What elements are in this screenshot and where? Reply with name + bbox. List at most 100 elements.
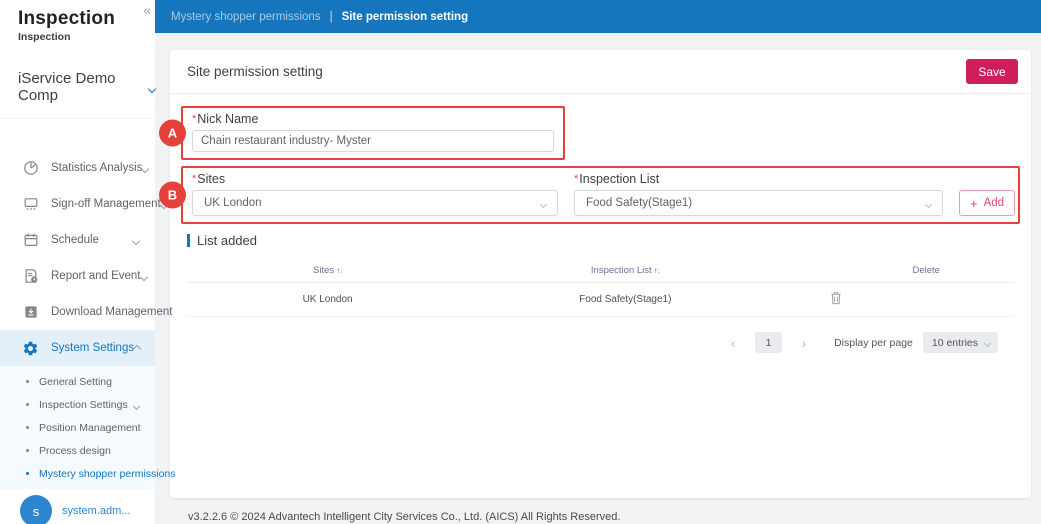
section-accent-bar (187, 234, 190, 247)
chevron-down-icon (147, 79, 157, 96)
sites-selected-value: UK London (204, 197, 262, 209)
page-number-button[interactable]: 1 (755, 332, 783, 353)
table-header-row: Sites ↑↓ Inspection List ↑↓ Delete (187, 258, 1014, 283)
sidebar-subitem-label: Mystery shopper permissions (39, 467, 176, 480)
bullet-icon (26, 380, 29, 383)
sidebar-item-signoff-management[interactable]: Sign-off Management (0, 186, 168, 222)
cell-inspection-list: Food Safety(Stage1) (579, 294, 672, 305)
sidebar-item-label: Report and Event (51, 270, 141, 282)
table-row: UK London Food Safety(Stage1) (187, 283, 1014, 317)
required-asterisk: * (192, 113, 197, 125)
calendar-icon (22, 232, 39, 249)
inspection-list-select[interactable]: Food Safety(Stage1) (574, 190, 943, 216)
card-header: Site permission setting Save (170, 50, 1031, 94)
chevron-down-icon (141, 159, 150, 177)
required-asterisk: * (192, 173, 197, 185)
sort-icon: ↑↓ (653, 265, 661, 275)
sort-icon: ↑↓ (336, 265, 343, 275)
user-account[interactable]: s system.adm... (0, 489, 155, 524)
organization-name: iService Demo Comp (18, 70, 116, 104)
delete-button[interactable] (830, 291, 842, 308)
download-icon (22, 304, 39, 321)
top-navigation-bar: Mystery shopper permissions | Site permi… (155, 0, 1041, 33)
sidebar: « Inspection Inspection iService Demo Co… (0, 0, 176, 524)
annotation-badge-b: B (159, 181, 186, 209)
sidebar-subitem-label: Position Management (39, 421, 141, 434)
bullet-icon (26, 449, 29, 452)
sidebar-subitem-label: Inspection Settings (39, 398, 128, 411)
sidebar-item-label: Statistics Analysis (51, 162, 143, 174)
bullet-icon (26, 403, 29, 406)
screen: « Inspection Inspection iService Demo Co… (0, 0, 1041, 524)
annotation-box-b: B *Sites UK London *Inspection List Food… (159, 166, 1020, 224)
chevron-down-icon (539, 194, 548, 212)
column-header-inspection-list[interactable]: Inspection List ↑↓ (468, 265, 782, 276)
bullet-icon (26, 472, 29, 475)
app-subtitle: Inspection (18, 31, 71, 43)
display-per-page-label: Display per page (834, 336, 913, 349)
sidebar-subitem-inspection-settings[interactable]: Inspection Settings (0, 393, 155, 416)
sidebar-subitem-general-setting[interactable]: General Setting (0, 370, 155, 393)
divider (0, 118, 155, 119)
previous-page-button[interactable]: ‹ (725, 335, 741, 351)
organization-switcher[interactable]: iService Demo Comp (18, 70, 157, 104)
collapse-sidebar-icon[interactable]: « (143, 2, 151, 18)
sidebar-item-label: Schedule (51, 234, 99, 246)
breadcrumb-separator: | (329, 10, 333, 23)
chevron-down-icon (132, 396, 141, 414)
sidebar-subitem-position-management[interactable]: Position Management (0, 416, 155, 439)
sidebar-menu: Statistics Analysis Sign-off Management … (0, 150, 172, 366)
page-size-value: 10 entries (931, 336, 978, 349)
site-permission-card: Site permission setting Save A *Nick Nam… (159, 50, 1031, 498)
list-added-section-header: List added (187, 233, 1014, 248)
breadcrumb-current: Site permission setting (341, 10, 469, 23)
bullet-icon (26, 426, 29, 429)
sidebar-item-schedule[interactable]: Schedule (0, 222, 155, 258)
next-page-button[interactable]: › (796, 335, 812, 351)
sites-select[interactable]: UK London (192, 190, 558, 216)
trash-icon (830, 291, 842, 308)
copyright-text: v3.2.2.6 © 2024 Advantech Intelligent Ci… (188, 511, 621, 523)
sidebar-item-system-settings[interactable]: System Settings (0, 330, 155, 366)
column-header-delete: Delete (912, 264, 940, 276)
main-content: Site permission setting Save A *Nick Nam… (155, 33, 1041, 524)
sidebar-subitem-mystery-shopper-permissions[interactable]: Mystery shopper permissions (0, 462, 176, 485)
page-title: Site permission setting (187, 64, 323, 79)
gear-icon (22, 340, 39, 357)
inspection-list-selected-value: Food Safety(Stage1) (586, 197, 693, 209)
sites-field-group: *Sites UK London (192, 171, 558, 216)
annotation-badge-a: A (159, 119, 186, 147)
chevron-down-icon (131, 231, 141, 249)
annotation-box-a: A *Nick Name (159, 106, 565, 160)
column-header-sites[interactable]: Sites ↑↓ (187, 265, 468, 276)
sidebar-item-report-and-event[interactable]: Report and Event (0, 258, 155, 294)
monitor-icon (22, 196, 39, 213)
avatar: s (20, 495, 52, 524)
nick-name-label: *Nick Name (192, 112, 259, 126)
plus-icon: + (969, 195, 978, 211)
cell-sites: UK London (302, 294, 353, 305)
list-added-table: Sites ↑↓ Inspection List ↑↓ Delete UK Lond… (187, 258, 1014, 317)
breadcrumb-parent[interactable]: Mystery shopper permissions (171, 11, 321, 23)
app-title: Inspection (18, 8, 116, 29)
sidebar-item-label: Download Management (51, 306, 173, 318)
card-body: A *Nick Name B *Sites UK London (159, 106, 1031, 353)
chevron-up-icon (132, 339, 142, 357)
sites-label: *Sites (192, 172, 226, 186)
inspection-list-field-group: *Inspection List Food Safety(Stage1) (574, 171, 943, 216)
sidebar-subitem-process-design[interactable]: Process design (0, 439, 155, 462)
add-button[interactable]: + Add (959, 190, 1015, 216)
system-settings-submenu: General Setting Inspection Settings Posi… (0, 366, 176, 489)
sidebar-item-label: System Settings (51, 342, 135, 354)
report-clock-icon (22, 268, 39, 285)
nick-name-input[interactable] (192, 130, 554, 152)
chevron-down-icon (983, 337, 992, 349)
sidebar-item-statistics-analysis[interactable]: Statistics Analysis (0, 150, 155, 186)
sidebar-subitem-label: General Setting (39, 375, 112, 388)
page-size-select[interactable]: 10 entries (922, 332, 998, 353)
sidebar-item-download-management[interactable]: Download Management (0, 294, 172, 330)
pagination: ‹ 1 › Display per page 10 entries (187, 332, 1014, 353)
save-button[interactable]: Save (966, 59, 1018, 84)
user-name: system.adm... (62, 505, 131, 517)
pie-chart-icon (22, 160, 39, 177)
